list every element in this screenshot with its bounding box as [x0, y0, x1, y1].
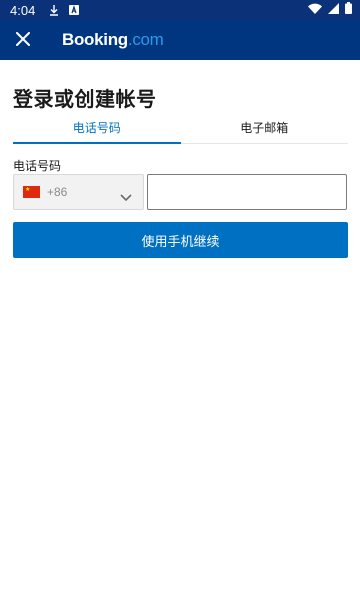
- status-bar: 4:04: [0, 0, 360, 20]
- tab-phone[interactable]: 电话号码: [13, 112, 181, 144]
- dial-code: +86: [47, 185, 68, 199]
- close-icon: [16, 31, 30, 50]
- battery-icon: [345, 2, 352, 18]
- login-method-tabs: 电话号码 电子邮箱: [13, 112, 348, 144]
- a-icon: [69, 5, 80, 15]
- country-code-select[interactable]: ★ +86: [13, 174, 144, 210]
- tab-email[interactable]: 电子邮箱: [181, 112, 349, 143]
- china-flag-icon: ★: [23, 186, 40, 198]
- download-icon: [49, 4, 59, 16]
- phone-field-label: 电话号码: [13, 159, 62, 173]
- signal-icon: [328, 2, 339, 18]
- wifi-icon: [308, 3, 322, 18]
- continue-with-phone-button[interactable]: 使用手机继续: [13, 222, 348, 258]
- logo-main: Booking: [62, 30, 128, 49]
- status-time: 4:04: [10, 2, 36, 18]
- close-button[interactable]: [1, 20, 45, 60]
- app-bar: Booking.com: [0, 20, 360, 60]
- phone-number-input[interactable]: [147, 174, 347, 210]
- logo-suffix: .com: [127, 30, 164, 49]
- page-title: 登录或创建帐号: [13, 87, 157, 111]
- chevron-down-icon: [120, 187, 132, 206]
- booking-logo: Booking.com: [62, 30, 164, 50]
